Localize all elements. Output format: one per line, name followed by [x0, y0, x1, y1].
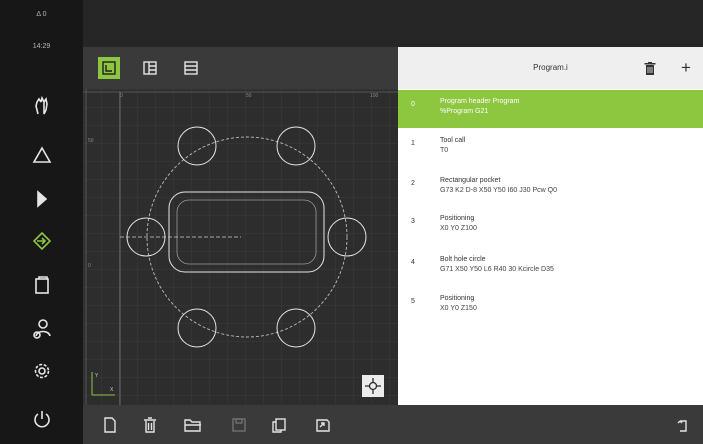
program-step-row[interactable]: 2 Rectangular pocket G73 K2 D-8 X50 Y50 … [398, 169, 703, 207]
settings-button[interactable] [0, 356, 83, 386]
step-params: G73 K2 D-8 X50 Y50 I60 J30 Pcw Q0 [440, 187, 557, 194]
open-folder-icon [184, 419, 201, 432]
step-index: 3 [411, 218, 415, 225]
mdi-button[interactable] [0, 140, 83, 170]
user-login-button[interactable] [0, 314, 83, 344]
step-params: X0 Y0 Z100 [440, 225, 477, 232]
power-button[interactable] [0, 404, 83, 434]
step-params: X0 Y0 Z150 [440, 305, 477, 312]
split-view-icon [143, 61, 157, 75]
save-button[interactable] [226, 412, 252, 438]
step-index: 5 [411, 298, 415, 305]
new-file-icon [104, 417, 116, 433]
ruler-y-label: 0 [88, 263, 91, 269]
user-settings-icon [32, 319, 51, 339]
delete-step-button[interactable] [642, 60, 658, 78]
delete-icon [144, 417, 156, 433]
open-folder-button[interactable] [180, 412, 206, 438]
step-name: Positioning [440, 295, 475, 302]
message-bar [83, 0, 703, 47]
step-index: 1 [411, 140, 415, 147]
single-view-icon [102, 61, 116, 75]
program-run-button[interactable] [0, 184, 83, 214]
toolpath-graphic: 0 50 100 50 0 Y X [83, 89, 398, 405]
ruler-x-label: 100 [370, 93, 379, 99]
undo-icon [677, 420, 687, 432]
plus-icon[interactable]: + [676, 58, 696, 78]
power-icon [33, 411, 50, 428]
center-view-button[interactable] [362, 375, 384, 397]
triangle-icon [32, 146, 51, 163]
list-view-button[interactable] [180, 57, 202, 79]
left-sidebar: Δ 0 14:29 [0, 0, 83, 444]
ruler-x-label: 50 [246, 93, 252, 99]
bottom-toolbar [83, 405, 703, 444]
programming-button[interactable] [0, 226, 83, 256]
step-name: Tool call [440, 137, 466, 144]
step-params: G71 X50 Y50 L6 R40 30 Kcircle D35 [440, 266, 554, 273]
split-view-button[interactable] [139, 57, 161, 79]
status-indicator: Δ 0 [36, 11, 47, 18]
step-name: Positioning [440, 215, 475, 222]
file-management-button[interactable] [0, 270, 83, 300]
delete-button[interactable] [137, 412, 163, 438]
step-params: %Program G21 [440, 108, 489, 115]
program-step-row[interactable]: 0 Program header Program %Program G21 [398, 90, 703, 128]
export-button[interactable] [310, 412, 336, 438]
program-step-row[interactable]: 1 Tool call T0 [398, 129, 703, 167]
simulation-canvas[interactable]: 0 50 100 50 0 Y X [83, 89, 398, 405]
ruler-y-label: 50 [88, 138, 94, 144]
step-params: T0 [440, 147, 449, 154]
copy-icon [272, 418, 286, 433]
new-file-button[interactable] [97, 412, 123, 438]
program-step-row[interactable]: 3 Positioning X0 Y0 Z100 [398, 207, 703, 245]
program-header: Program.i + [398, 47, 703, 90]
copy-button[interactable] [266, 412, 292, 438]
step-index: 0 [411, 101, 415, 108]
hand-icon [34, 96, 48, 115]
trash-icon [644, 62, 656, 75]
export-icon [316, 419, 330, 432]
program-step-list: 0 Program header Program %Program G21 1 … [398, 89, 703, 405]
program-step-row[interactable]: 5 Positioning X0 Y0 Z150 [398, 287, 703, 325]
undo-button[interactable] [670, 412, 696, 438]
save-icon [232, 418, 246, 432]
clipboard-icon [34, 276, 49, 294]
manual-operation-button[interactable] [0, 91, 83, 121]
single-view-button[interactable] [98, 57, 120, 79]
program-step-row[interactable]: 4 Bolt hole circle G71 X50 Y50 L6 R40 30… [398, 248, 703, 286]
target-icon [32, 231, 51, 251]
simulation-toolbar [83, 47, 398, 90]
step-name: Program header Program [440, 98, 520, 105]
step-name: Bolt hole circle [440, 256, 486, 263]
step-name: Rectangular pocket [440, 177, 501, 184]
gear-icon [34, 363, 49, 379]
clock: 14:29 [32, 43, 51, 50]
list-view-icon [184, 61, 198, 75]
crosshair-icon [365, 378, 381, 394]
step-index: 2 [411, 180, 415, 187]
play-icon [36, 190, 47, 208]
step-index: 4 [411, 259, 415, 266]
